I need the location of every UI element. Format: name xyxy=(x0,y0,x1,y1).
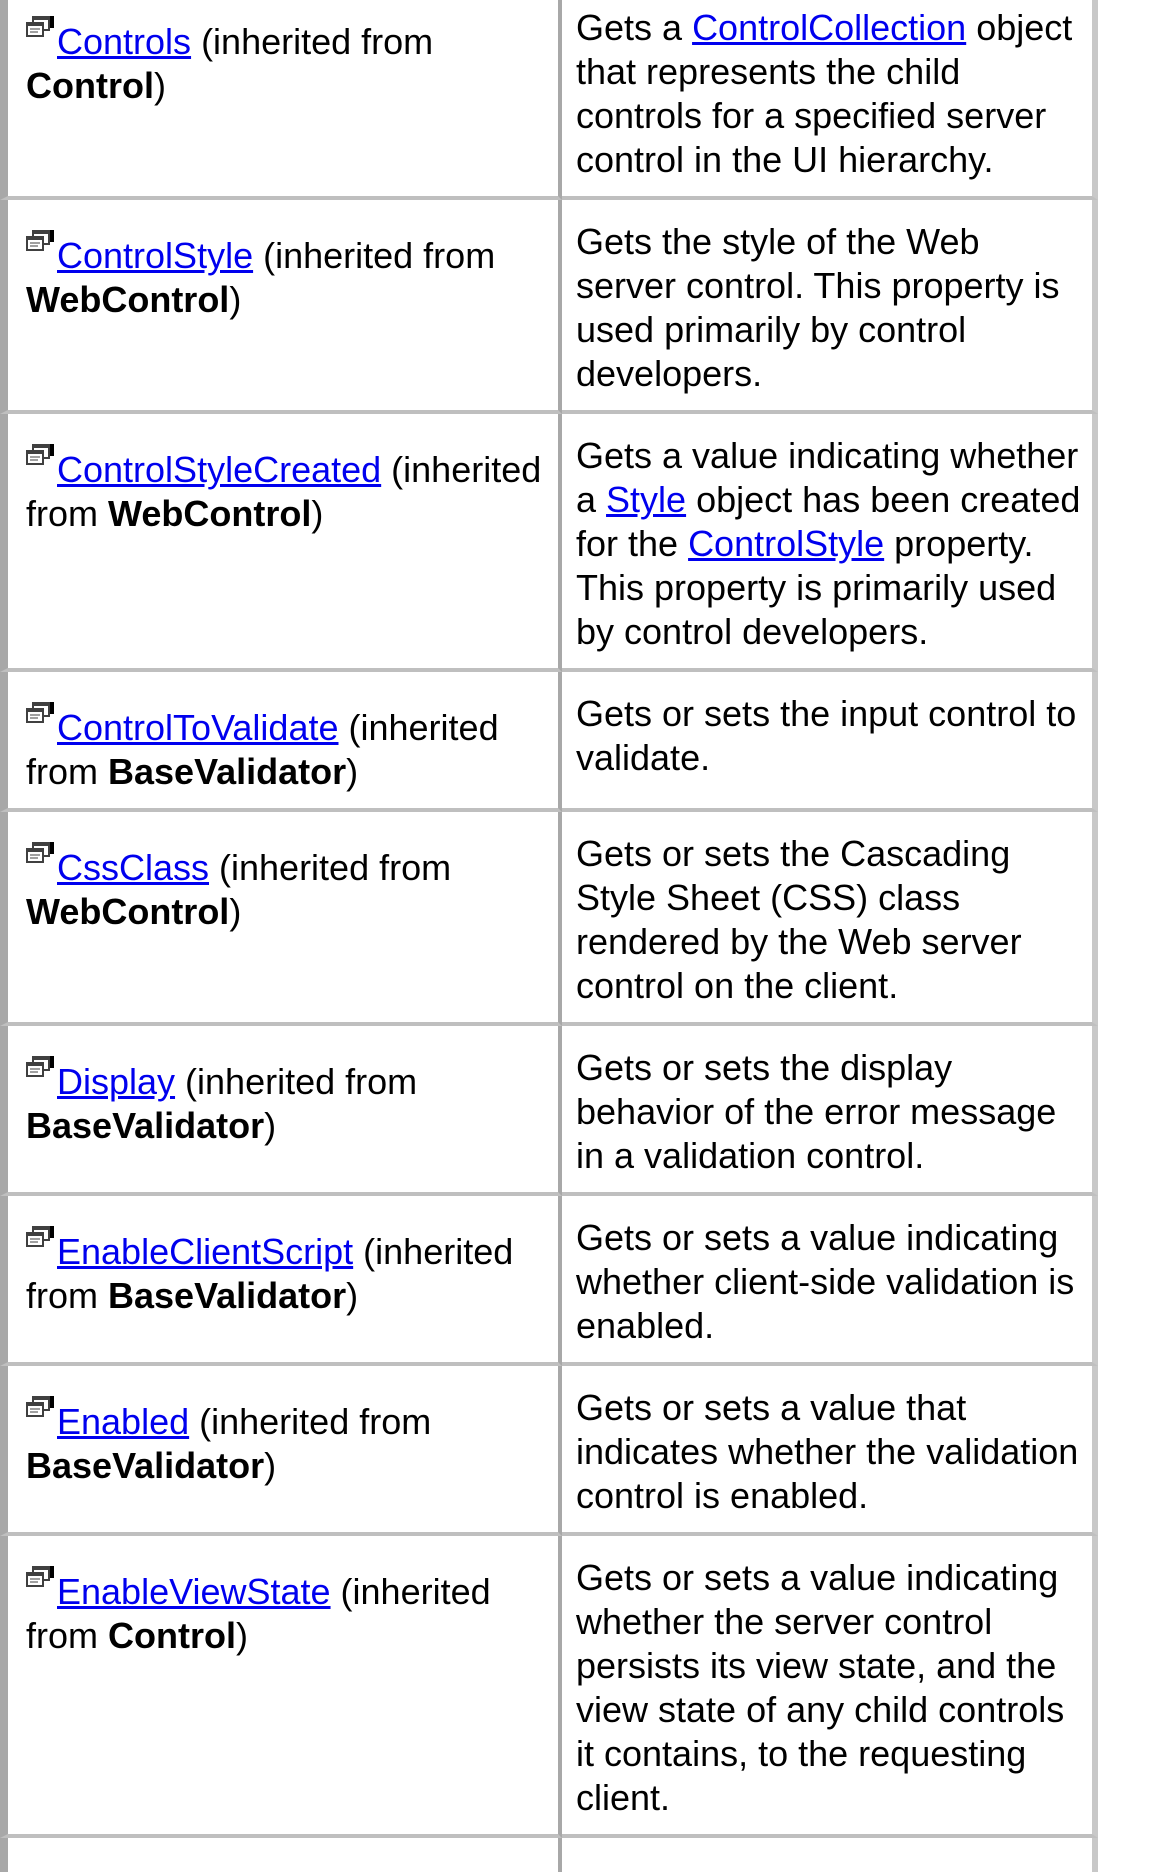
description-text: Gets the style of the Web server control… xyxy=(576,221,1060,394)
inherited-prefix: (inherited from xyxy=(189,1401,432,1442)
property-icon xyxy=(26,832,56,863)
member-row: Display (inherited from BaseValidator) G… xyxy=(0,1026,1098,1196)
member-description: Gets or sets a value indicating whether … xyxy=(562,1536,1098,1838)
member-name-link[interactable]: ControlStyle xyxy=(57,235,253,276)
member-name-cell: Display (inherited from BaseValidator) xyxy=(0,1026,562,1196)
inherited-suffix: ) xyxy=(311,493,324,534)
inherited-prefix: (inherited from xyxy=(209,847,452,888)
description-text: Gets or sets a value that indicates whet… xyxy=(576,1387,1079,1516)
inherited-prefix: (inherited from xyxy=(253,235,496,276)
description-link[interactable]: ControlStyle xyxy=(688,523,884,564)
property-icon xyxy=(26,220,56,251)
member-name-link[interactable]: ControlToValidate xyxy=(57,707,339,748)
member-name-link[interactable]: CssClass xyxy=(57,847,209,888)
member-name-link[interactable]: EnableViewState xyxy=(57,1571,331,1612)
member-name-link[interactable]: Controls xyxy=(57,21,191,62)
inherited-suffix: ) xyxy=(235,1615,248,1656)
inherited-suffix: ) xyxy=(346,751,359,792)
member-row: ControlToValidate (inherited from BaseVa… xyxy=(0,672,1098,812)
description-text: Gets a xyxy=(576,7,693,48)
member-row: Controls (inherited from Control) Gets a… xyxy=(0,0,1098,200)
property-icon xyxy=(26,1046,56,1077)
inherited-suffix: ) xyxy=(264,1105,277,1146)
member-row: EnableClientScript (inherited from BaseV… xyxy=(0,1196,1098,1366)
member-description: Gets a value indicating whether a Style … xyxy=(562,414,1098,672)
property-icon xyxy=(26,1216,56,1247)
description-link[interactable]: Style xyxy=(606,479,686,520)
member-row: EnableViewState (inherited from Control)… xyxy=(0,1536,1098,1838)
member-row: ControlStyle (inherited from WebControl)… xyxy=(0,200,1098,414)
member-name-cell: CssClass (inherited from WebControl) xyxy=(0,812,562,1026)
inherited-suffix: ) xyxy=(153,65,166,106)
inherited-class-name: WebControl xyxy=(26,279,230,320)
member-name-link[interactable]: EnableClientScript xyxy=(57,1231,353,1272)
member-row: ControlStyleCreated (inherited from WebC… xyxy=(0,414,1098,672)
member-name-cell: Enabled (inherited from BaseValidator) xyxy=(0,1366,562,1536)
inherited-class-name: BaseValidator xyxy=(26,1445,265,1486)
member-description: Gets or sets a value that indicates whet… xyxy=(562,1366,1098,1536)
description-text: Gets or sets the Cascading Style Sheet (… xyxy=(576,833,1022,1006)
member-description: Gets or sets the display behavior of the… xyxy=(562,1026,1098,1196)
inherited-suffix: ) xyxy=(264,1445,277,1486)
member-description: Gets or sets the input control to valida… xyxy=(562,672,1098,812)
inherited-class-name: BaseValidator xyxy=(108,751,347,792)
inherited-suffix: ) xyxy=(229,891,242,932)
inherited-prefix: (inherited from xyxy=(191,21,434,62)
inherited-class-name: WebControl xyxy=(108,493,312,534)
description-text: Gets or sets the display behavior of the… xyxy=(576,1047,1057,1176)
member-name-cell: EnableViewState (inherited from Control) xyxy=(0,1536,562,1838)
inherited-class-name: Control xyxy=(26,65,154,106)
member-description: Gets a ControlCollection object that rep… xyxy=(562,0,1098,200)
member-name-cell: ControlStyleCreated (inherited from WebC… xyxy=(0,414,562,672)
inherited-class-name: WebControl xyxy=(26,891,230,932)
member-name-link[interactable]: Display xyxy=(57,1061,175,1102)
inherited-suffix: ) xyxy=(229,279,242,320)
property-icon xyxy=(26,434,56,465)
member-description xyxy=(562,1838,1098,1872)
member-name-cell: Controls (inherited from Control) xyxy=(0,0,562,200)
member-name-cell: ControlToValidate (inherited from BaseVa… xyxy=(0,672,562,812)
inherited-class-name: Control xyxy=(108,1615,236,1656)
member-name-link[interactable]: Enabled xyxy=(57,1401,189,1442)
inherited-class-name: BaseValidator xyxy=(108,1275,347,1316)
inherited-suffix: ) xyxy=(346,1275,359,1316)
member-description: Gets the style of the Web server control… xyxy=(562,200,1098,414)
property-icon xyxy=(26,692,56,723)
description-link[interactable]: ControlCollection xyxy=(692,7,966,48)
members-table: Controls (inherited from Control) Gets a… xyxy=(0,0,1098,1872)
member-name-cell: ControlStyle (inherited from WebControl) xyxy=(0,200,562,414)
inherited-prefix: (inherited from xyxy=(175,1061,418,1102)
member-row xyxy=(0,1838,1098,1872)
property-icon xyxy=(26,1556,56,1587)
description-text: Gets or sets a value indicating whether … xyxy=(576,1217,1075,1346)
member-name-cell xyxy=(0,1838,562,1872)
member-description: Gets or sets a value indicating whether … xyxy=(562,1196,1098,1366)
property-icon xyxy=(26,1386,56,1417)
member-row: CssClass (inherited from WebControl) Get… xyxy=(0,812,1098,1026)
description-text: Gets or sets the input control to valida… xyxy=(576,693,1077,778)
property-icon xyxy=(26,6,56,37)
inherited-class-name: BaseValidator xyxy=(26,1105,265,1146)
member-row: Enabled (inherited from BaseValidator) G… xyxy=(0,1366,1098,1536)
member-description: Gets or sets the Cascading Style Sheet (… xyxy=(562,812,1098,1026)
description-text: Gets or sets a value indicating whether … xyxy=(576,1557,1065,1818)
member-name-link[interactable]: ControlStyleCreated xyxy=(57,449,381,490)
member-name-cell: EnableClientScript (inherited from BaseV… xyxy=(0,1196,562,1366)
